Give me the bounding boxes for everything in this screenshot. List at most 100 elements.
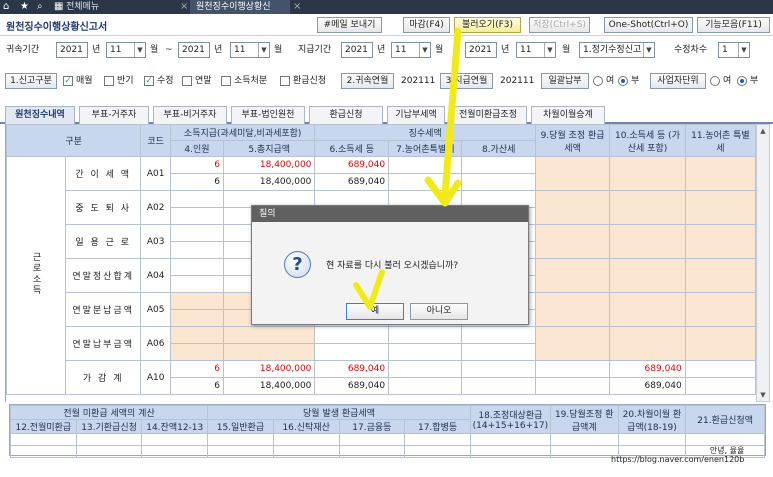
cell-final-rural-tax-input[interactable] xyxy=(684,360,756,378)
reload-button[interactable]: 불러오기(F3) xyxy=(454,17,521,33)
grid-vertical-scrollbar[interactable]: ▲ ▼ xyxy=(756,124,770,402)
cell-headcount-input[interactable] xyxy=(169,258,225,276)
business-unit-yes-radio[interactable] xyxy=(710,76,720,86)
cell-headcount-input[interactable] xyxy=(169,292,225,310)
refund-cell[interactable] xyxy=(338,433,406,446)
cell-final-income-tax[interactable] xyxy=(609,326,686,361)
tab-carryover[interactable]: 차월이월승계 xyxy=(531,106,605,124)
star-icon[interactable]: ★ xyxy=(20,0,29,14)
cell-final-rural-tax[interactable] xyxy=(684,156,756,191)
period-to-month-select[interactable]: 11 ▼ xyxy=(230,42,270,58)
cell-adjust-refund[interactable] xyxy=(534,326,611,361)
tab-nonresident-schedule[interactable]: 부표-비거주자 xyxy=(153,106,227,124)
cell-penalty-input[interactable] xyxy=(461,360,536,378)
tab-all-menu[interactable]: 전체메뉴 xyxy=(60,0,180,14)
cell-final-income-tax[interactable] xyxy=(609,224,686,259)
dialog-no-button[interactable]: 아니오 xyxy=(410,303,468,320)
cell-final-rural-tax[interactable] xyxy=(684,190,756,225)
cell-headcount-input[interactable] xyxy=(169,190,225,208)
cell-penalty-input[interactable] xyxy=(461,326,536,344)
cell-headcount-input[interactable] xyxy=(169,224,225,242)
lump-sum-no-radio[interactable] xyxy=(618,76,628,86)
refund-cell[interactable] xyxy=(272,433,340,446)
cell-headcount-input[interactable]: 6 xyxy=(169,360,225,378)
refund-cell[interactable] xyxy=(75,433,143,446)
cell-income-tax-input[interactable] xyxy=(314,326,390,344)
cell-adjust-refund[interactable] xyxy=(534,224,611,259)
close-tab-all-menu-icon[interactable]: × xyxy=(180,0,188,14)
cell-adjust-refund[interactable] xyxy=(534,292,611,327)
business-unit-button[interactable]: 사업자단위 xyxy=(650,73,706,89)
save-button[interactable]: 저장(Ctrl+S) xyxy=(529,17,590,33)
dialog-yes-button[interactable]: 예 xyxy=(346,303,404,320)
lump-sum-payment-button[interactable]: 일괄납부 xyxy=(541,73,589,89)
half-year-checkbox[interactable] xyxy=(104,76,114,86)
cell-income-tax-input[interactable]: 689,040 xyxy=(314,156,390,174)
pay-to-year-input[interactable]: 2021 xyxy=(465,42,497,58)
pay-from-year-input[interactable]: 2021 xyxy=(341,42,373,58)
tab-prev-refund-adjust[interactable]: 전월미환급조정 xyxy=(449,106,527,124)
cell-total-paid-input[interactable]: 18,400,000 xyxy=(223,156,316,174)
amend-checkbox[interactable]: ✓ xyxy=(144,76,154,86)
cell-final-income-tax[interactable] xyxy=(609,190,686,225)
report-kind-button[interactable]: 1.신고구분 xyxy=(5,73,57,89)
cell-final-rural-tax[interactable] xyxy=(684,326,756,361)
refund-cell[interactable] xyxy=(549,433,619,446)
one-shot-button[interactable]: One-Shot(Ctrl+O) xyxy=(604,17,693,33)
cell-final-rural-tax[interactable] xyxy=(684,258,756,293)
cell-rural-tax-input[interactable] xyxy=(388,326,463,344)
cell-adjust-refund[interactable] xyxy=(534,190,611,225)
cell-total-paid-input[interactable] xyxy=(223,326,316,344)
search-icon[interactable]: ⌕ xyxy=(37,0,43,14)
business-unit-no-radio[interactable] xyxy=(737,76,747,86)
report-type-select[interactable]: 1.정기수정신고 ▼ xyxy=(579,42,655,58)
period-from-month-select[interactable]: 11 ▼ xyxy=(106,42,146,58)
scroll-down-icon[interactable]: ▼ xyxy=(757,389,769,401)
pay-from-month-select[interactable]: 11 ▼ xyxy=(391,42,431,58)
tab-withholding-report[interactable]: 원천징수이행상황신 xyxy=(190,0,290,14)
cell-adjust-refund[interactable] xyxy=(534,156,611,191)
send-mail-button[interactable]: #메일 보내기 xyxy=(317,17,382,33)
monthly-checkbox[interactable]: ✓ xyxy=(63,76,73,86)
lump-sum-yes-radio[interactable] xyxy=(593,76,603,86)
refund-cell[interactable] xyxy=(141,433,209,446)
attribution-month-button[interactable]: 2.귀속연월 xyxy=(341,73,394,89)
cell-adjust-refund-input[interactable] xyxy=(534,360,611,378)
cell-final-income-tax-input[interactable]: 689,040 xyxy=(609,360,686,378)
refund-request-checkbox[interactable] xyxy=(280,76,290,86)
cell-rural-tax-input[interactable] xyxy=(388,156,463,174)
cell-final-income-tax[interactable] xyxy=(609,258,686,293)
refund-cell[interactable] xyxy=(617,433,687,446)
tab-prepaid-tax[interactable]: 기납부세액 xyxy=(387,106,445,124)
tab-corporate-schedule[interactable]: 부표-법인원천 xyxy=(231,106,305,124)
revision-count-select[interactable]: 1 ▼ xyxy=(718,42,750,58)
cell-final-rural-tax[interactable] xyxy=(684,292,756,327)
cell-penalty-input[interactable] xyxy=(461,156,536,174)
cell-adjust-refund[interactable] xyxy=(534,258,611,293)
income-disposal-checkbox[interactable] xyxy=(221,76,231,86)
close-tab-withholding-icon[interactable]: × xyxy=(293,0,301,14)
feature-collection-button[interactable]: 기능모음(F11) xyxy=(697,17,770,33)
period-to-year-input[interactable]: 2021 xyxy=(178,42,210,58)
cell-headcount-input[interactable]: 6 xyxy=(169,156,225,174)
cell-rural-tax-input[interactable] xyxy=(388,360,463,378)
cell-final-income-tax[interactable] xyxy=(609,292,686,327)
period-from-year-input[interactable]: 2021 xyxy=(56,42,88,58)
scroll-up-icon[interactable]: ▲ xyxy=(757,125,769,137)
tab-withholding-details[interactable]: 원천징수내역 xyxy=(5,106,75,124)
cell-final-rural-tax[interactable] xyxy=(684,224,756,259)
tab-resident-schedule[interactable]: 부표-거주자 xyxy=(79,106,149,124)
cell-total-paid-input[interactable]: 18,400,000 xyxy=(223,360,316,378)
year-end-checkbox[interactable] xyxy=(182,76,192,86)
refund-cell[interactable] xyxy=(404,433,471,446)
refund-cell[interactable] xyxy=(207,433,274,446)
refund-cell[interactable] xyxy=(10,433,77,446)
tab-refund-request[interactable]: 환급신청 xyxy=(309,106,383,124)
cell-final-income-tax[interactable] xyxy=(609,156,686,191)
cell-headcount-input[interactable] xyxy=(169,326,225,344)
refund-cell[interactable] xyxy=(685,433,765,446)
cell-income-tax-input[interactable]: 689,040 xyxy=(314,360,390,378)
home-icon[interactable]: ⌂ xyxy=(3,0,9,14)
refund-cell[interactable] xyxy=(469,433,551,446)
payment-month-button[interactable]: 3.지급연월 xyxy=(440,73,493,89)
